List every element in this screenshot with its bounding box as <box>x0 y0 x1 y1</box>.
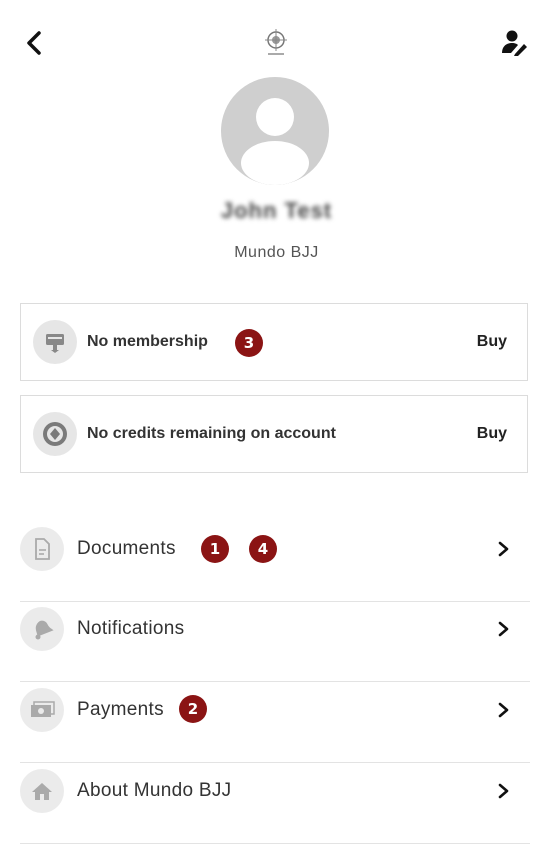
edit-profile-icon <box>502 30 527 56</box>
menu-item-label: Payments <box>77 699 164 720</box>
user-avatar-placeholder-icon <box>241 98 309 185</box>
menu-item-label: Notifications <box>77 618 185 639</box>
menu-item-notifications[interactable]: Notifications <box>20 602 530 682</box>
bell-icon <box>20 607 64 651</box>
profile-name: John Test <box>220 198 333 223</box>
credits-icon <box>33 412 77 456</box>
membership-status: No membership <box>87 333 208 350</box>
membership-card-icon <box>33 320 77 364</box>
chevron-right-icon <box>498 702 509 718</box>
edit-profile-button[interactable] <box>500 28 530 58</box>
back-button[interactable] <box>22 28 46 58</box>
menu-item-payments[interactable]: Payments <box>20 683 530 763</box>
annotation-badge-1: 1 <box>201 535 229 563</box>
annotation-badge-4: 4 <box>249 535 277 563</box>
buy-membership-button[interactable]: Buy <box>477 333 507 351</box>
menu-item-label: About Mundo BJJ <box>77 780 232 801</box>
gym-logo <box>265 29 287 55</box>
avatar <box>221 77 329 185</box>
membership-card[interactable]: No membership Buy <box>20 303 528 381</box>
annotation-badge-2: 2 <box>179 695 207 723</box>
credits-card[interactable]: No credits remaining on account Buy <box>20 395 528 473</box>
document-icon <box>20 527 64 571</box>
payment-icon <box>20 688 64 732</box>
chevron-left-icon <box>27 31 41 55</box>
chevron-right-icon <box>498 541 509 557</box>
menu-item-about[interactable]: About Mundo BJJ <box>20 764 530 844</box>
credits-status: No credits remaining on account <box>87 425 336 442</box>
gym-name: Mundo BJJ <box>234 244 319 261</box>
buy-credits-button[interactable]: Buy <box>477 425 507 443</box>
chevron-right-icon <box>498 783 509 799</box>
annotation-badge-3: 3 <box>235 329 263 357</box>
top-bar <box>0 0 553 80</box>
menu-item-label: Documents <box>77 538 176 559</box>
home-icon <box>20 769 64 813</box>
chevron-right-icon <box>498 621 509 637</box>
menu-item-documents[interactable]: Documents <box>20 522 530 602</box>
